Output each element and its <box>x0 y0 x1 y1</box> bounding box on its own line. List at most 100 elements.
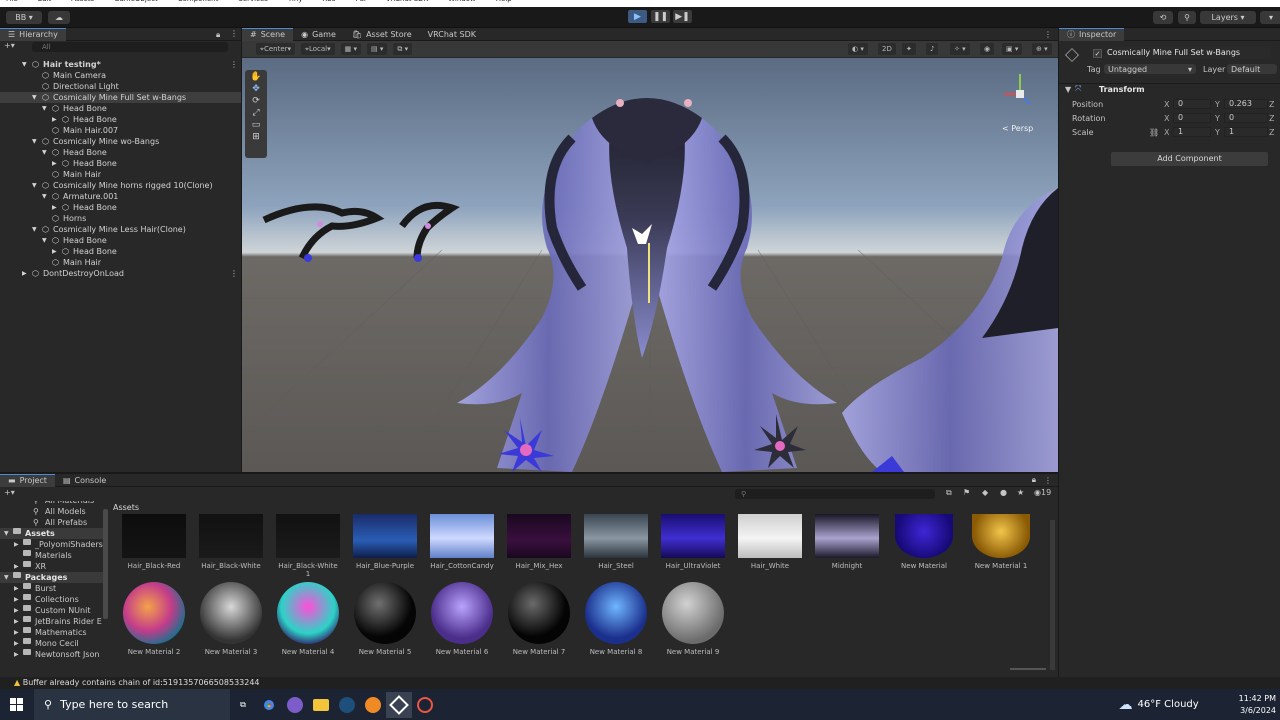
project-tree-item[interactable]: Materials <box>0 550 104 561</box>
hierarchy-item[interactable]: ⬡ Main Hair.007 <box>0 125 241 136</box>
project-tree-item[interactable]: ⚲ All Prefabs <box>0 517 104 528</box>
weather-widget[interactable]: ☁ 46°F Cloudy <box>1119 697 1199 713</box>
foldout-arrow-icon[interactable]: ▼ <box>42 147 47 158</box>
hierarchy-item[interactable]: ▶ ⬡ Head Bone <box>0 246 241 257</box>
scale-tool-icon[interactable]: ⤢ <box>252 108 259 118</box>
horns-object-left[interactable] <box>262 203 385 262</box>
steam-icon[interactable] <box>334 692 360 718</box>
transform-position-x-field[interactable]: 0 <box>1173 99 1211 109</box>
hierarchy-item[interactable]: ▼ ⬡ Armature.001 <box>0 191 241 202</box>
layout-dropdown[interactable]: ▾ <box>1260 11 1280 24</box>
project-tree-item[interactable]: ▶ XR <box>0 561 104 572</box>
foldout-arrow-icon[interactable]: ▶ <box>52 158 57 169</box>
active-checkbox[interactable]: ✓ <box>1093 49 1102 58</box>
scene-viewport[interactable]: ✋ ✥ ⟳ ⤢ ▭ ⊞ < Persp <box>242 58 1058 472</box>
foldout-arrow-icon[interactable]: ▼ <box>22 59 27 70</box>
foldout-arrow-icon[interactable]: ▶ <box>14 583 19 594</box>
asset-item[interactable]: Hair_Black-White <box>199 514 263 570</box>
foldout-arrow-icon[interactable]: ▶ <box>52 246 57 257</box>
asset-item[interactable]: Midnight <box>815 514 879 570</box>
grid-scrollbar[interactable] <box>1050 520 1055 670</box>
project-tree-item[interactable]: ▶ Collections <box>0 594 104 605</box>
hierarchy-item[interactable]: ▼ ⬡ Cosmically Mine wo-Bangs <box>0 136 241 147</box>
rotate-tool-icon[interactable]: ⟳ <box>252 96 260 106</box>
foldout-arrow-icon[interactable]: ▶ <box>14 616 19 627</box>
hierarchy-item[interactable]: ▶ ⬡ Head Bone <box>0 114 241 125</box>
hierarchy-item[interactable]: ▼ ⬡ Cosmically Mine horns rigged 10(Clone) <box>0 180 241 191</box>
foldout-arrow-icon[interactable]: ▶ <box>14 638 19 649</box>
unity-icon[interactable] <box>386 691 412 718</box>
asset-item[interactable]: Hair_UltraViolet <box>661 514 725 570</box>
hierarchy-item[interactable]: ⬡ Directional Light <box>0 81 241 92</box>
project-tree-item[interactable]: ▶ Burst <box>0 583 104 594</box>
hierarchy-item[interactable]: ▼ ⬡ Head Bone <box>0 235 241 246</box>
hierarchy-item[interactable]: ▶ ⬡ Head Bone <box>0 158 241 169</box>
asset-item[interactable]: New Material 7 <box>507 582 571 656</box>
project-tree-item[interactable]: ▶ Mono Cecil <box>0 638 104 649</box>
persp-label[interactable]: < Persp <box>1002 124 1033 133</box>
info-icon[interactable]: ● <box>1000 488 1007 497</box>
star-icon[interactable]: ★ <box>1017 488 1024 497</box>
transform-position-y-field[interactable]: 0.263 <box>1224 99 1268 109</box>
status-bar[interactable]: ▲ Buffer already contains chain of id:51… <box>0 677 1280 689</box>
transform-scale-x-field[interactable]: 1 <box>1173 127 1211 137</box>
add-icon[interactable]: +▾ <box>4 41 15 50</box>
transform-rotation-x-field[interactable]: 0 <box>1173 113 1211 123</box>
orientation-gizmo[interactable] <box>994 64 1054 124</box>
foldout-arrow-icon[interactable]: ▼ <box>4 528 9 539</box>
tab-vrchat-sdk[interactable]: VRChat SDK <box>420 28 484 41</box>
project-tree-item[interactable]: ▶ Custom NUnit <box>0 605 104 616</box>
hierarchy-item[interactable]: ⬡ Main Hair <box>0 257 241 268</box>
camera-icon[interactable]: ▣ ▾ <box>1002 43 1023 55</box>
asset-item[interactable]: Hair_CottonCandy <box>430 514 494 570</box>
foldout-arrow-icon[interactable]: ▼ <box>4 572 9 583</box>
tab-console[interactable]: ▤ Console <box>55 474 114 487</box>
asset-item[interactable]: New Material <box>892 514 956 570</box>
horns-object-right[interactable] <box>399 201 460 262</box>
hair-model-right[interactable] <box>842 188 1058 472</box>
foldout-arrow-icon[interactable]: ▶ <box>14 561 19 572</box>
transform-rotation-y-field[interactable]: 0 <box>1224 113 1268 123</box>
more-icon[interactable]: ⋮ <box>1044 30 1052 39</box>
pivot-dropdown[interactable]: ⌖ Center ▾ <box>256 43 296 55</box>
snap-increment-icon[interactable]: ▤ ▾ <box>367 43 388 55</box>
foldout-arrow-icon[interactable]: ▶ <box>14 594 19 605</box>
visibility-icon[interactable]: ◉ <box>980 43 995 55</box>
clock[interactable]: 11:42 PM 3/6/2024 <box>1239 693 1276 717</box>
search-icon[interactable]: ⚲ <box>1178 11 1196 24</box>
vertex-snap-icon[interactable]: ⧉ ▾ <box>393 43 413 55</box>
tab-inspector[interactable]: ⓘ Inspector <box>1059 27 1125 41</box>
layers-dropdown[interactable]: Layers ▾ <box>1200 11 1256 24</box>
lighting-icon[interactable]: ✦ <box>902 43 916 55</box>
asset-item[interactable]: Hair_Black-Red <box>122 514 186 570</box>
asset-item[interactable]: New Material 9 <box>661 582 725 656</box>
add-component-button[interactable]: Add Component <box>1111 152 1268 166</box>
hierarchy-item[interactable]: ▼ ⬡ Cosmically Mine Full Set w-Bangs <box>0 92 241 103</box>
step-button[interactable]: ▶❚ <box>673 10 692 23</box>
tab-asset-store[interactable]: 🛍︎ Asset Store <box>344 28 420 41</box>
foldout-arrow-icon[interactable]: ▼ <box>32 224 37 235</box>
filter-type-icon[interactable]: ⧉ <box>946 488 952 498</box>
hierarchy-search-input[interactable]: All <box>32 42 228 52</box>
layer-dropdown[interactable]: Default <box>1227 64 1277 74</box>
task-view-icon[interactable]: ⧉ <box>230 692 256 718</box>
project-tree-item[interactable]: ▶ JetBrains Rider E <box>0 616 104 627</box>
object-name-field[interactable]: Cosmically Mine Full Set w-Bangs <box>1105 47 1271 59</box>
discord-icon[interactable] <box>282 692 308 718</box>
filter-label-icon[interactable]: ⚑ <box>963 488 970 497</box>
unity-hub-icon[interactable] <box>412 692 438 718</box>
gizmos-icon[interactable]: ⊕ ▾ <box>1032 43 1052 55</box>
cloud-icon[interactable]: ☁ <box>48 11 70 24</box>
tab-project[interactable]: ▬ Project <box>0 473 55 487</box>
project-search-input[interactable]: ⚲ <box>735 489 935 499</box>
project-tree-item[interactable]: ▶ Newtonsoft Json <box>0 649 104 660</box>
grid-snap-icon[interactable]: ▦ ▾ <box>340 43 362 55</box>
create-icon[interactable]: +▾ <box>4 488 15 497</box>
project-tree-item[interactable]: ▼ Packages <box>0 572 104 583</box>
foldout-arrow-icon[interactable]: ▶ <box>22 268 27 279</box>
project-tree-item[interactable]: ⚲ All Models <box>0 506 104 517</box>
windows-start-icon[interactable] <box>4 692 30 718</box>
project-tree-item[interactable]: ▶ Mathematics <box>0 627 104 638</box>
tab-hierarchy[interactable]: ☰ Hierarchy <box>0 27 66 41</box>
item-menu-icon[interactable]: ⋮ <box>230 59 238 70</box>
